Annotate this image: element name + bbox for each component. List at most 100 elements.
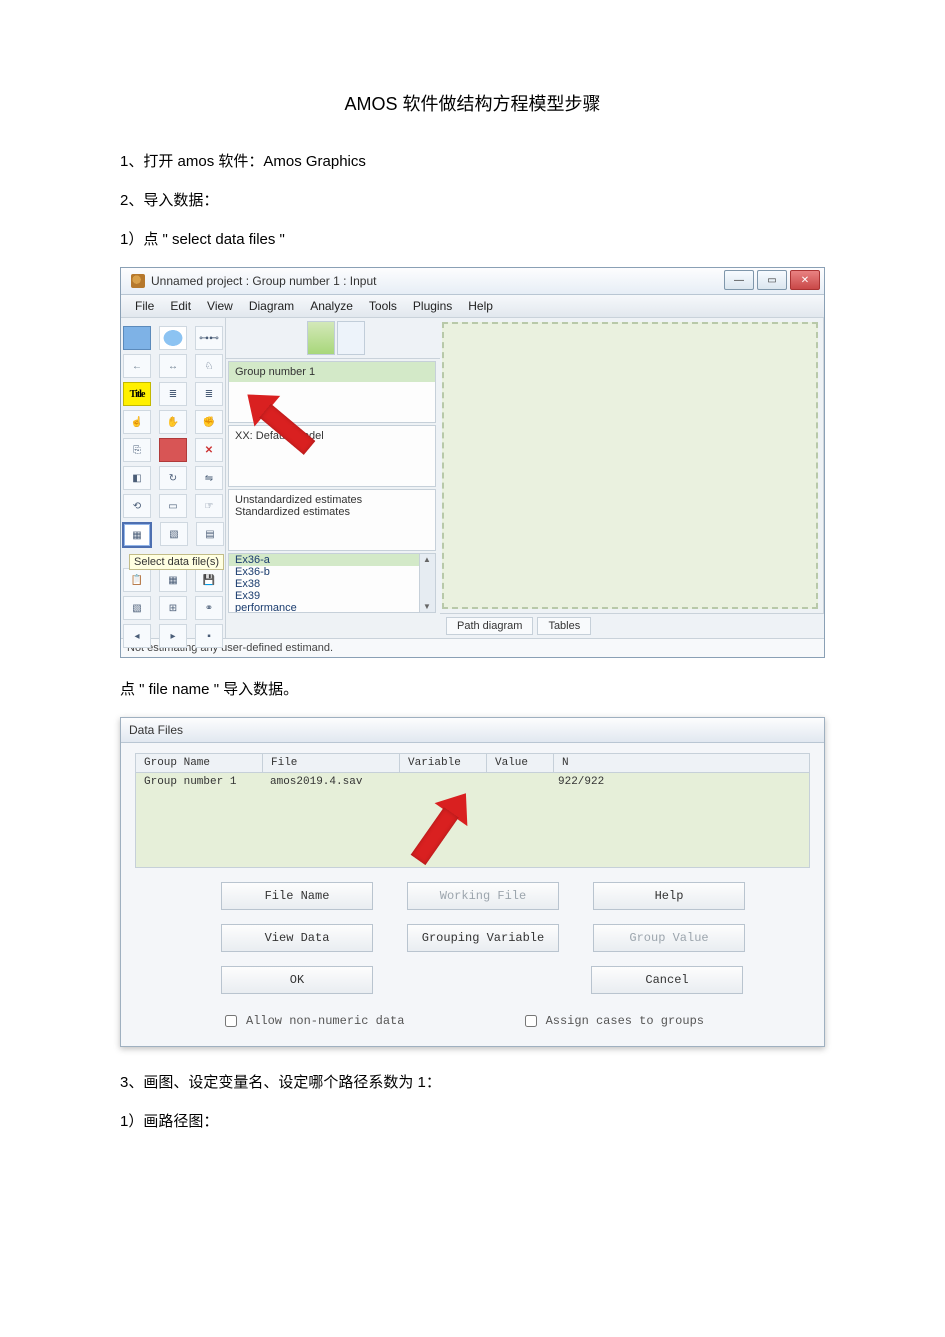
step-2-sub1: 1）点 " select data files " [120, 226, 825, 253]
menu-tools[interactable]: Tools [369, 299, 397, 313]
tool-preserve-sym-icon[interactable]: ⚭ [195, 596, 223, 620]
amos-ribbon [226, 318, 440, 359]
allow-non-numeric-checkbox[interactable]: Allow non-numeric data [221, 1012, 404, 1030]
tool-move-icon[interactable] [159, 438, 187, 462]
amos-window-title: Unnamed project : Group number 1 : Input [151, 274, 376, 288]
spacer [407, 966, 557, 994]
file-list-scrollbar[interactable] [419, 554, 435, 612]
tool-list-dataset-icon[interactable]: ≣ [195, 382, 223, 406]
tab-tables[interactable]: Tables [537, 617, 591, 635]
step-2: 2、导入数据： [120, 187, 825, 214]
allow-non-numeric-input[interactable] [225, 1015, 237, 1027]
dialog-title: Data Files [121, 718, 824, 743]
view-data-button[interactable]: View Data [221, 924, 373, 952]
tool-rotate-icon[interactable]: ↻ [159, 466, 187, 490]
cell-n: 922/922 [550, 773, 809, 791]
tab-path-diagram[interactable]: Path diagram [446, 617, 533, 635]
tool-reflect-icon[interactable]: ⇋ [195, 466, 223, 490]
assign-cases-checkbox[interactable]: Assign cases to groups [521, 1012, 704, 1030]
menu-diagram[interactable]: Diagram [249, 299, 294, 313]
tooltip-select-data-files: Select data file(s) [129, 554, 224, 570]
tool-drag-props-icon[interactable]: ⊞ [159, 596, 187, 620]
cell-value [484, 773, 550, 791]
tool-select-icon[interactable]: ☝ [123, 410, 151, 434]
file-item[interactable]: performance [229, 602, 435, 613]
menu-edit[interactable]: Edit [170, 299, 191, 313]
app-icon [131, 274, 145, 288]
file-item[interactable]: Ex36-a [229, 554, 435, 566]
maximize-button[interactable]: ▭ [757, 270, 787, 290]
tool-calculate-icon[interactable]: ▤ [196, 522, 224, 546]
tool-move-param-icon[interactable]: ⟲ [123, 494, 151, 518]
amos-window: Unnamed project : Group number 1 : Input… [120, 267, 825, 658]
step-3: 3、画图、设定变量名、设定哪个路径系数为 1： [120, 1069, 825, 1096]
tool-text-output-icon[interactable]: ▦ [159, 568, 187, 592]
amos-toolbox: ⊶⊷ ← ↔ ♘ Title ≣ ≣ ☝ ✋ ✊ ⎘ [121, 318, 226, 638]
data-files-dialog: Data Files Group Name File Variable Valu… [120, 717, 825, 1047]
group-value-button[interactable]: Group Value [593, 924, 745, 952]
assign-cases-input[interactable] [525, 1015, 537, 1027]
col-file[interactable]: File [263, 754, 400, 772]
note-file-name: 点 " file name " 导入数据。 [120, 676, 825, 703]
tool-path-arrow[interactable]: ← [123, 354, 151, 378]
menu-analyze[interactable]: Analyze [310, 299, 353, 313]
file-item[interactable]: Ex38 [229, 578, 435, 590]
amos-titlebar: Unnamed project : Group number 1 : Input… [121, 268, 824, 295]
tool-observed-var[interactable] [123, 326, 151, 350]
tool-zoom3-icon[interactable]: ▪ [195, 624, 223, 648]
tool-analysis-props-icon[interactable]: ▧ [160, 522, 188, 546]
menu-plugins[interactable]: Plugins [413, 299, 452, 313]
tool-shape-icon[interactable]: ◧ [123, 466, 151, 490]
page-title: AMOS 软件做结构方程模型步骤 [120, 90, 825, 116]
tool-error-icon[interactable]: ♘ [195, 354, 223, 378]
tool-select-data-files[interactable]: ▦ [122, 522, 152, 548]
estimate-item-std[interactable]: Standardized estimates [235, 506, 429, 518]
assign-cases-label: Assign cases to groups [546, 1014, 704, 1028]
menu-view[interactable]: View [207, 299, 233, 313]
step-1: 1、打开 amos 软件：Amos Graphics [120, 148, 825, 175]
col-group-name[interactable]: Group Name [136, 754, 263, 772]
tool-zoom-icon[interactable]: ◂ [123, 624, 151, 648]
close-button[interactable]: ✕ [790, 270, 820, 290]
menu-file[interactable]: File [135, 299, 154, 313]
ok-button[interactable]: OK [221, 966, 373, 994]
file-item[interactable]: Ex36-b [229, 566, 435, 578]
cell-file: amos2019.4.sav [262, 773, 398, 791]
estimates-list[interactable]: Unstandardized estimates Standardized es… [228, 489, 436, 551]
tool-touch-icon[interactable]: ☞ [195, 494, 223, 518]
tool-list-vars-icon[interactable]: ≣ [159, 382, 187, 406]
tool-copy-icon[interactable]: ⎘ [123, 438, 151, 462]
file-name-button[interactable]: File Name [221, 882, 373, 910]
cell-group: Group number 1 [136, 773, 262, 791]
data-row[interactable]: Group number 1 amos2019.4.sav 922/922 [136, 773, 809, 791]
allow-non-numeric-label: Allow non-numeric data [246, 1014, 404, 1028]
cancel-button[interactable]: Cancel [591, 966, 743, 994]
file-item[interactable]: Ex39 [229, 590, 435, 602]
tool-clipboard-icon[interactable]: 📋 [123, 568, 151, 592]
grouping-variable-button[interactable]: Grouping Variable [407, 924, 559, 952]
tool-title[interactable]: Title [123, 382, 151, 406]
tool-erase-icon[interactable]: ✕ [195, 438, 223, 462]
menu-help[interactable]: Help [468, 299, 493, 313]
col-value[interactable]: Value [487, 754, 554, 772]
path-diagram-canvas[interactable] [442, 322, 818, 609]
tool-covariance-arrow[interactable]: ↔ [159, 354, 187, 378]
ribbon-run-icon[interactable] [307, 321, 335, 355]
file-list[interactable]: Ex36-a Ex36-b Ex38 Ex39 performance [228, 553, 436, 613]
tool-indicator-icon[interactable]: ⊶⊷ [195, 326, 223, 350]
tool-scroll-icon[interactable]: ▭ [159, 494, 187, 518]
amos-status-bar: Not estimating any user-defined estimand… [121, 638, 824, 657]
tool-save-icon[interactable]: 💾 [195, 568, 223, 592]
step-3-sub1: 1）画路径图： [120, 1108, 825, 1135]
tool-zoom2-icon[interactable]: ▸ [159, 624, 187, 648]
tool-object-props-icon[interactable]: ▧ [123, 596, 151, 620]
tool-latent-var[interactable] [159, 326, 187, 350]
minimize-button[interactable]: — [724, 270, 754, 290]
help-button[interactable]: Help [593, 882, 745, 910]
tool-select-all-icon[interactable]: ✋ [159, 410, 187, 434]
ribbon-up-icon[interactable] [337, 321, 365, 355]
col-n[interactable]: N [554, 754, 809, 772]
col-variable[interactable]: Variable [400, 754, 487, 772]
tool-deselect-icon[interactable]: ✊ [195, 410, 223, 434]
estimate-item-unstd[interactable]: Unstandardized estimates [235, 494, 429, 506]
